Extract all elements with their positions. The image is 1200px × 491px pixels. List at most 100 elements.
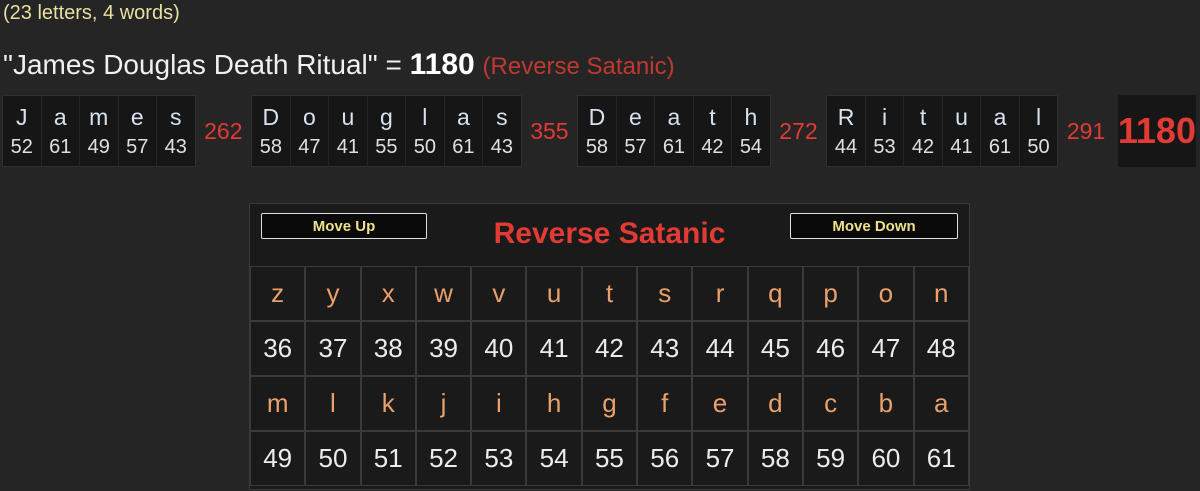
letter-char: D [262,104,280,130]
cipher-letter-cell: j [415,376,472,431]
letter-char: l [1035,104,1042,130]
cipher-letter-cell: v [471,266,527,321]
letter-char: t [919,104,927,130]
cipher-value-cell: 57 [692,431,748,486]
letter-value: 54 [739,136,763,158]
cipher-letter-cell: e [692,376,748,431]
cipher-value-cell: 38 [360,321,416,376]
cipher-letter-cell: f [637,376,693,431]
cipher-letter-cell: t [581,266,638,321]
letter-cell: u 41 [943,96,982,166]
word-total: 355 [530,117,569,144]
letter-cell: t 42 [694,96,733,166]
cipher-letter-cell: p [802,266,859,321]
letter-cell: l 50 [1020,96,1058,166]
cipher-letter-cell: q [747,266,803,321]
cipher-panel-header: Move Up Reverse Satanic Move Down [250,204,969,266]
phrase-result: "James Douglas Death Ritual" = 1180 (Rev… [3,48,675,82]
letter-cell: h 54 [732,96,770,166]
letter-char: u [341,104,355,130]
letter-value: 43 [490,136,513,158]
letter-value: 50 [413,136,436,158]
letter-cell: R 44 [827,96,866,166]
phrase-total: 1180 [409,48,475,81]
letter-cell: l 50 [406,96,445,166]
letter-char: a [667,104,681,130]
letter-cell: u 41 [329,96,368,166]
letter-cell: D 58 [252,96,291,166]
cipher-value-cell: 46 [802,321,859,376]
word-block: R 44 i 53 t 42 u 41 a 61 l 50 [826,95,1059,167]
letter-char: s [170,104,182,130]
letter-cell: g 55 [368,96,407,166]
word-block: J 52 a 61 m 49 e 57 s 43 [2,95,196,167]
letter-value: 55 [375,136,398,158]
letter-char: R [837,104,855,130]
phrase-text: "James Douglas Death Ritual" = [3,49,410,80]
cipher-letter-cell: a [913,376,969,431]
cipher-panel: Move Up Reverse Satanic Move Down zyxwvu… [249,203,970,490]
cipher-value-cell: 59 [802,431,859,486]
letter-cell: o 47 [291,96,330,166]
letter-char: t [709,104,716,130]
cipher-value-cell: 53 [471,431,527,486]
cipher-letter-row: mlkjihgfedcba [250,376,969,431]
letter-char: J [16,104,28,130]
letter-cell: e 57 [119,96,157,166]
letter-cell: e 57 [617,96,656,166]
grand-total: 1180 [1117,95,1196,167]
letter-value: 42 [701,136,724,158]
letter-value: 47 [298,136,321,158]
letter-value: 41 [950,136,973,158]
letter-value: 44 [834,136,858,158]
letter-cell: a 61 [655,96,694,166]
letter-value: 61 [452,136,475,158]
word-block: D 58 o 47 u 41 g 55 l 50 a 61 s 43 [251,95,522,167]
cipher-letter-cell: r [692,266,748,321]
letter-char: a [456,104,470,130]
letter-cell: D 58 [578,96,617,166]
cipher-value-cell: 54 [526,431,582,486]
cipher-value-cell: 42 [581,321,638,376]
cipher-letter-cell: l [305,376,361,431]
cipher-letter-cell: x [360,266,416,321]
cipher-value-cell: 56 [637,431,693,486]
letter-value: 61 [49,136,72,158]
cipher-value-cell: 44 [692,321,748,376]
letter-value: 41 [336,136,359,158]
cipher-value-cell: 52 [415,431,472,486]
cipher-letter-cell: b [858,376,914,431]
word-total: 272 [779,117,818,144]
letter-value: 58 [259,136,282,158]
cipher-value-cell: 40 [471,321,527,376]
word-breakdown: J 52 a 61 m 49 e 57 s 43 262 D 58 o 47 u 41 g 55 l 50 a 61 s 43 3… [2,95,1196,167]
cipher-value-cell: 60 [858,431,914,486]
letter-value: 57 [624,136,647,158]
letter-value: 49 [87,136,110,158]
cipher-letter-cell: u [526,266,582,321]
letter-value: 61 [662,136,686,158]
letter-char: u [955,104,968,130]
letter-cell: a 61 [42,96,80,166]
cipher-letter-cell: h [526,376,582,431]
cipher-number-row: 36 37 38 39 40 41 42 43 44 45 46 47 48 [250,321,969,376]
letter-char: a [993,104,1007,130]
cipher-number-row: 49 50 51 52 53 54 55 56 57 58 59 60 61 [250,431,969,486]
letter-char: l [422,104,428,130]
letter-cell: J 52 [3,96,42,166]
cipher-value-cell: 37 [305,321,361,376]
letter-cell: s 43 [157,96,195,166]
letter-char: o [302,104,316,130]
cipher-letter-cell: g [581,376,638,431]
move-down-button[interactable]: Move Down [790,213,958,239]
cipher-letter-cell: d [747,376,803,431]
letter-char: D [588,104,606,130]
cipher-value-cell: 49 [250,431,306,486]
cipher-letter-cell: k [360,376,416,431]
cipher-letter-cell: o [858,266,914,321]
cipher-value-cell: 50 [305,431,361,486]
cipher-letter-cell: i [471,376,527,431]
letter-char: g [379,104,393,130]
letter-value: 52 [10,136,33,158]
cipher-label: (Reverse Satanic) [482,53,675,80]
